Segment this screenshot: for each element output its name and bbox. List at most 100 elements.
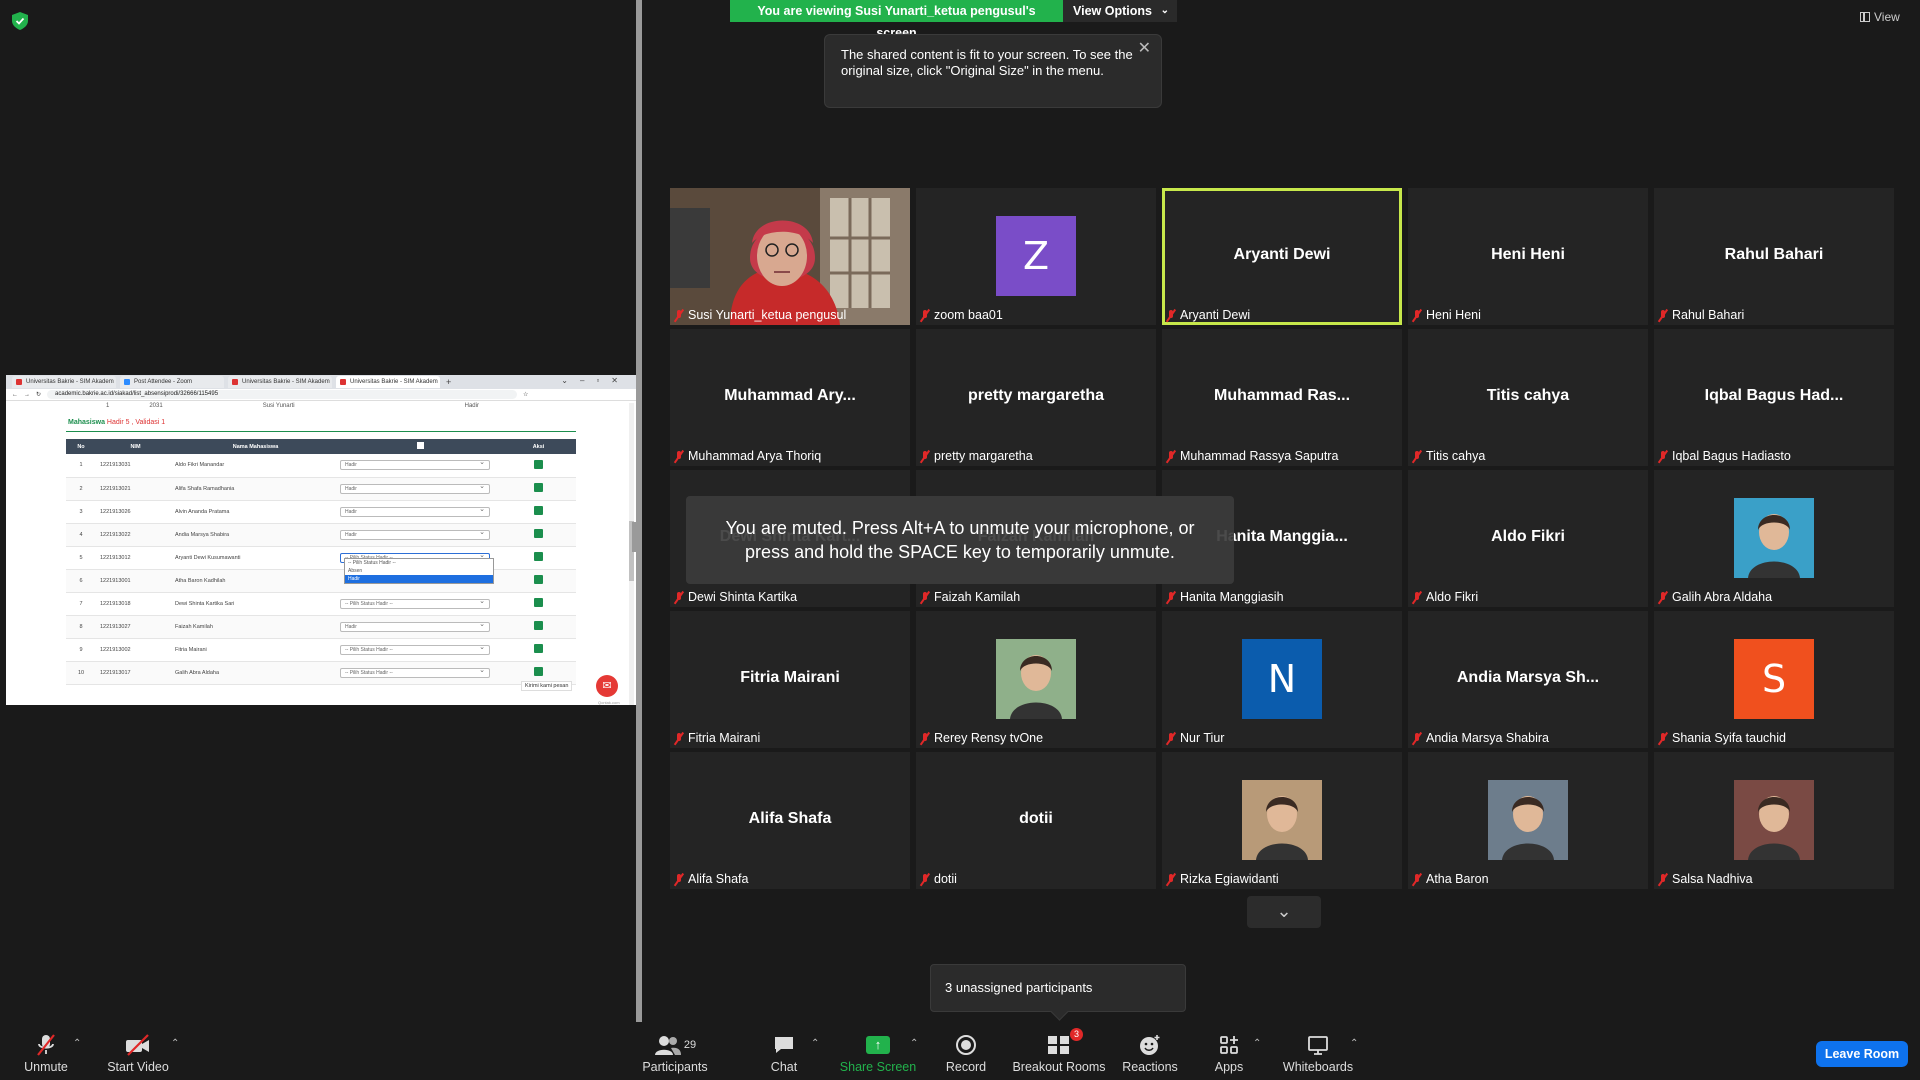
- audio-options-caret-icon[interactable]: ⌃: [73, 1038, 81, 1049]
- participant-tile[interactable]: Aryanti Dewi Aryanti Dewi: [1162, 188, 1402, 325]
- status-select[interactable]: Hadir: [340, 506, 490, 517]
- leave-room-button[interactable]: Leave Room: [1816, 1041, 1908, 1067]
- page-scrollbar[interactable]: [629, 403, 634, 705]
- record-button[interactable]: Record: [940, 1032, 992, 1074]
- apps-button[interactable]: Apps: [1212, 1032, 1246, 1074]
- participant-tile[interactable]: Muhammad Ary... Muhammad Arya Thoriq: [670, 329, 910, 466]
- save-icon[interactable]: [534, 575, 543, 584]
- cell-no: 4: [66, 523, 96, 547]
- chat-widget-icon[interactable]: ✉: [596, 675, 618, 697]
- status-dropdown-list[interactable]: -- Pilih Status Hadir -- Absen Hadir: [344, 558, 494, 584]
- gallery-next-page-button[interactable]: ⌄: [1247, 896, 1321, 928]
- participant-tile[interactable]: Andia Marsya Sh... Andia Marsya Shabira: [1408, 611, 1648, 748]
- shared-screen-content[interactable]: Universitas Bakrie - SIM Akadem Post Att…: [6, 375, 636, 705]
- reload-icon[interactable]: ↻: [36, 391, 41, 398]
- participant-tile[interactable]: Salsa Nadhiva: [1654, 752, 1894, 889]
- microphone-muted-icon: [1166, 732, 1176, 745]
- chat-button[interactable]: Chat: [760, 1032, 808, 1074]
- back-icon[interactable]: ←: [12, 392, 18, 398]
- participant-name: Alifa Shafa: [688, 872, 749, 886]
- browser-tab-active[interactable]: Universitas Bakrie - SIM Akadem: [336, 376, 440, 388]
- browser-tab[interactable]: Universitas Bakrie - SIM Akadem: [228, 376, 332, 388]
- unassigned-participants-popup[interactable]: 3 unassigned participants: [930, 964, 1186, 1012]
- dropdown-option-highlighted[interactable]: Hadir: [345, 575, 493, 583]
- split-divider[interactable]: [636, 0, 642, 1025]
- save-icon[interactable]: [534, 644, 543, 653]
- dropdown-option[interactable]: -- Pilih Status Hadir --: [345, 559, 493, 567]
- url-field[interactable]: academic.bakrie.ac.id/siakad/list_absens…: [47, 390, 518, 399]
- whiteboards-button[interactable]: Whiteboards: [1282, 1032, 1354, 1074]
- participant-tile[interactable]: S Shania Syifa tauchid: [1654, 611, 1894, 748]
- participant-tile[interactable]: Rahul Bahari Rahul Bahari: [1654, 188, 1894, 325]
- participant-tile[interactable]: Aldo Fikri Aldo Fikri: [1408, 470, 1648, 607]
- col-header-status[interactable]: [336, 439, 501, 454]
- cell-no: 1: [66, 454, 96, 478]
- cell-nama: Aldo Fikri Manandar: [171, 454, 336, 478]
- status-select[interactable]: -- Pilih Status Hadir --: [340, 667, 490, 678]
- reactions-button[interactable]: Reactions: [1122, 1032, 1178, 1074]
- participant-tile[interactable]: N Nur Tiur: [1162, 611, 1402, 748]
- participant-name: Aryanti Dewi: [1180, 308, 1251, 322]
- unmute-button[interactable]: Unmute: [20, 1032, 72, 1074]
- status-select[interactable]: Hadir: [340, 621, 490, 632]
- participant-name: Faizah Kamilah: [934, 590, 1021, 604]
- microphone-muted-icon: [674, 309, 684, 322]
- start-video-button[interactable]: Start Video: [104, 1032, 172, 1074]
- save-icon[interactable]: [534, 506, 543, 515]
- close-icon[interactable]: ✕: [1138, 41, 1151, 57]
- status-select[interactable]: -- Pilih Status Hadir --: [340, 644, 490, 655]
- share-screen-button[interactable]: ↑ Share Screen: [838, 1032, 918, 1074]
- dropdown-option[interactable]: Absen: [345, 567, 493, 575]
- participant-tile[interactable]: Rizka Egiawidanti: [1162, 752, 1402, 889]
- participant-display-name: dotii: [1019, 810, 1053, 827]
- encryption-shield-icon[interactable]: [12, 12, 28, 30]
- section-title: Mahasiswa Hadir 5 , Validasi 1: [68, 419, 165, 426]
- reactions-label: Reactions: [1122, 1060, 1178, 1074]
- participant-display-name: Alifa Shafa: [748, 810, 832, 827]
- browser-tab[interactable]: Post Attendee - Zoom: [120, 376, 224, 388]
- save-icon[interactable]: [534, 667, 543, 676]
- participant-tile[interactable]: Fitria Mairani Fitria Mairani: [670, 611, 910, 748]
- microphone-muted-icon: [674, 873, 684, 886]
- participant-tile[interactable]: Titis cahya Titis cahya: [1408, 329, 1648, 466]
- participant-tile[interactable]: Galih Abra Aldaha: [1654, 470, 1894, 607]
- save-icon[interactable]: [534, 552, 543, 561]
- participant-tile[interactable]: Rerey Rensy tvOne: [916, 611, 1156, 748]
- breakout-rooms-button[interactable]: 3 Breakout Rooms: [1012, 1028, 1106, 1074]
- participant-tile[interactable]: Zzoom baa01: [916, 188, 1156, 325]
- status-select[interactable]: Hadir: [340, 459, 490, 471]
- cell-nim: 1221913001: [96, 569, 171, 593]
- participant-tile[interactable]: dotii dotii: [916, 752, 1156, 889]
- new-tab-icon[interactable]: +: [446, 377, 451, 387]
- split-divider-handle[interactable]: [632, 522, 636, 552]
- save-icon[interactable]: [534, 529, 543, 538]
- view-options-button[interactable]: View Options ⌄: [1063, 0, 1177, 22]
- participant-tile[interactable]: Iqbal Bagus Had... Iqbal Bagus Hadiasto: [1654, 329, 1894, 466]
- participant-tile[interactable]: Muhammad Ras... Muhammad Rassya Saputra: [1162, 329, 1402, 466]
- breakout-rooms-icon: 3: [1012, 1028, 1106, 1058]
- save-icon[interactable]: [534, 621, 543, 630]
- save-icon[interactable]: [534, 483, 543, 492]
- checkbox-icon[interactable]: [417, 442, 424, 449]
- participant-tile[interactable]: pretty margaretha pretty margaretha: [916, 329, 1156, 466]
- participants-button[interactable]: 29 Participants: [640, 1032, 710, 1074]
- status-select[interactable]: Hadir: [340, 483, 490, 494]
- view-button[interactable]: View: [1860, 10, 1900, 24]
- apps-options-caret-icon[interactable]: ⌃: [1253, 1038, 1261, 1049]
- video-options-caret-icon[interactable]: ⌃: [171, 1038, 179, 1049]
- browser-tab[interactable]: Universitas Bakrie - SIM Akadem: [12, 376, 116, 388]
- window-controls[interactable]: ⌄–▫✕: [561, 376, 630, 385]
- participant-tile[interactable]: Susi Yunarti_ketua pengusul: [670, 188, 910, 325]
- save-icon[interactable]: [534, 598, 543, 607]
- participant-tile[interactable]: Alifa Shafa Alifa Shafa: [670, 752, 910, 889]
- status-select[interactable]: Hadir: [340, 529, 490, 540]
- star-icon[interactable]: ☆: [523, 391, 528, 398]
- share-options-caret-icon[interactable]: ⌃: [910, 1038, 918, 1049]
- forward-icon[interactable]: →: [24, 392, 30, 398]
- participant-tile[interactable]: Heni Heni Heni Heni: [1408, 188, 1648, 325]
- save-icon[interactable]: [534, 459, 543, 469]
- chat-options-caret-icon[interactable]: ⌃: [811, 1038, 819, 1049]
- status-select[interactable]: -- Pilih Status Hadir --: [340, 598, 490, 609]
- whiteboard-options-caret-icon[interactable]: ⌃: [1350, 1038, 1358, 1049]
- participant-tile[interactable]: Atha Baron: [1408, 752, 1648, 889]
